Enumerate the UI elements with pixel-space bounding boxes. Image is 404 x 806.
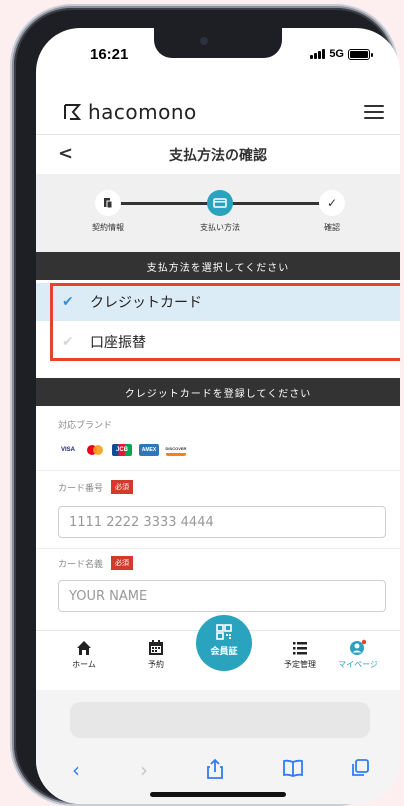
brand-name: hacomono [88, 100, 197, 124]
home-indicator [150, 792, 286, 797]
brands-label-text: 対応ブランド [58, 421, 113, 431]
hamburger-menu-icon[interactable] [364, 101, 384, 123]
status-time: 16:21 [90, 46, 129, 63]
required-badge: 必須 [111, 480, 134, 494]
divider [36, 470, 400, 471]
home-icon [54, 639, 114, 659]
page-title: 支払方法の確認 [169, 147, 267, 164]
user-icon [328, 639, 388, 659]
hacomono-logo-icon [64, 104, 82, 120]
jcb-logo-icon: JCB [112, 444, 132, 456]
tab-mypage[interactable]: マイページ [328, 639, 388, 670]
visa-logo-icon: VISA [60, 447, 75, 453]
divider [36, 548, 400, 549]
browser-toolbar: ‹ › [36, 690, 400, 804]
step-label: 支払い方法 [200, 223, 240, 232]
mastercard-logo-icon [85, 444, 105, 456]
tab-reservation[interactable]: 予約 [126, 639, 186, 670]
step-contract-info: 契約情報 [68, 190, 148, 233]
bookmarks-icon[interactable] [282, 758, 304, 783]
option-label: 口座振替 [90, 335, 146, 351]
document-icon [95, 190, 121, 216]
discover-logo-icon: DISCOVER [166, 444, 186, 456]
card-number-label-text: カード番号 [58, 483, 104, 494]
step-payment-method: 支払い方法 [180, 190, 260, 233]
amex-logo-icon: AMEX [139, 444, 159, 456]
check-icon: ✓ [319, 190, 345, 216]
check-icon: ✔ [62, 294, 74, 310]
notch [154, 28, 282, 58]
tab-label: 会員証 [210, 647, 238, 657]
bottom-tab-bar: ホーム 予約 会員証 予定管理 マイページ [36, 615, 400, 690]
back-chevron-icon[interactable]: < [58, 143, 73, 164]
tab-schedule[interactable]: 予定管理 [270, 639, 330, 670]
list-icon [270, 639, 330, 659]
signal-icon [310, 49, 326, 59]
tab-label: 予約 [148, 660, 164, 669]
step-label: 契約情報 [92, 223, 124, 232]
camera-icon [200, 37, 208, 45]
card-number-input[interactable]: 1111 2222 3333 4444 [58, 506, 386, 538]
card-brands: VISA JCB AMEX DISCOVER [58, 444, 186, 456]
tab-label: マイページ [338, 660, 378, 669]
tab-label: 予定管理 [284, 660, 316, 669]
option-bank-transfer[interactable]: ✔ 口座振替 [36, 323, 400, 361]
network-label: 5G [329, 48, 344, 60]
page-title-bar: < 支払方法の確認 [36, 134, 400, 174]
credit-card-icon [207, 190, 233, 216]
forward-arrow-icon[interactable]: › [140, 758, 148, 782]
progress-stepper: 契約情報 支払い方法 ✓ 確認 [36, 174, 400, 252]
calendar-icon [126, 639, 186, 659]
payment-section-heading: 支払方法を選択してください [36, 252, 400, 280]
brand-logo[interactable]: hacomono [62, 100, 197, 124]
option-credit-card[interactable]: ✔ クレジットカード [36, 283, 400, 321]
check-icon: ✔ [62, 334, 74, 350]
card-number-label: カード番号 必須 [58, 480, 134, 494]
step-confirm: ✓ 確認 [292, 190, 372, 233]
status-right: 5G [310, 48, 373, 60]
step-label: 確認 [324, 223, 340, 232]
required-badge: 必須 [111, 556, 134, 570]
card-name-label-text: カード名義 [58, 559, 104, 570]
brands-label: 対応ブランド [58, 418, 112, 431]
card-section-heading: クレジットカードを登録してください [36, 378, 400, 406]
qr-code-icon [196, 623, 252, 644]
back-arrow-icon[interactable]: ‹ [72, 758, 80, 782]
tabs-icon[interactable] [350, 758, 370, 783]
tab-label: ホーム [72, 660, 96, 669]
phone-frame: 16:21 5G hacomono < 支払方法の確認 契約情報 支払い方法 ✓… [14, 8, 400, 804]
option-label: クレジットカード [90, 295, 202, 311]
card-name-input[interactable]: YOUR NAME [58, 580, 386, 612]
app-header: hacomono [36, 90, 400, 134]
card-name-label: カード名義 必須 [58, 556, 134, 570]
phone-screen: 16:21 5G hacomono < 支払方法の確認 契約情報 支払い方法 ✓… [36, 28, 400, 804]
tab-home[interactable]: ホーム [54, 639, 114, 670]
member-card-button[interactable]: 会員証 [196, 615, 252, 671]
share-icon[interactable] [206, 758, 224, 785]
battery-icon [348, 48, 373, 60]
url-bar[interactable] [70, 702, 370, 738]
